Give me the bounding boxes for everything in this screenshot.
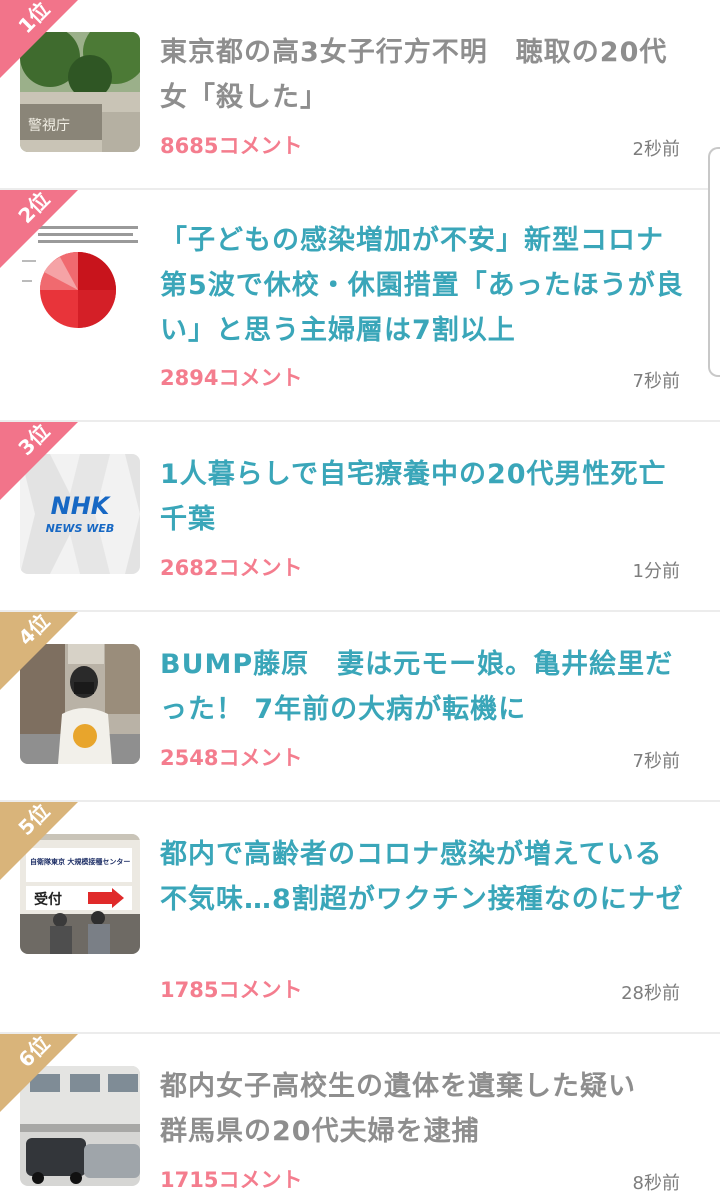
article-title[interactable]: 都内で高齢者のコロナ感染が増えている不気味…8割超がワクチン接種なのにナゼ [160, 832, 690, 922]
ranking-list: 警視庁 1位 東京都の高3女子行方不明 聴取の20代女「殺した」 8685コメン… [0, 0, 720, 1204]
rank-ribbon: 1位 [0, 0, 78, 78]
comment-count: 2548コメント [160, 746, 303, 770]
comment-count: 8685コメント [160, 134, 303, 158]
article-title[interactable]: 1人暮らしで自宅療養中の20代男性死亡 千葉 [160, 452, 694, 542]
ranking-item[interactable]: 2位 「子どもの感染増加が不安」新型コロナ第5波で休校・休園措置「あったほうが良… [0, 190, 720, 422]
article-title[interactable]: 東京都の高3女子行方不明 聴取の20代女「殺した」 [160, 30, 690, 120]
comment-count: 1785コメント [160, 978, 303, 1002]
article-title[interactable]: 都内女子高校生の遺体を遺棄した疑い 群馬県の20代夫婦を逮捕 [160, 1064, 690, 1154]
comment-count: 2894コメント [160, 366, 303, 390]
nhk-logo-subtext: NEWS WEB [46, 522, 115, 535]
article-title[interactable]: 「子どもの感染増加が不安」新型コロナ第5波で休校・休園措置「あったほうが良い」と… [160, 218, 690, 353]
rank-ribbon: 5位 [0, 802, 78, 880]
rank-ribbon: 3位 [0, 422, 78, 500]
ranking-item[interactable]: NHK NEWS WEB 3位 1人暮らしで自宅療養中の20代男性死亡 千葉 2… [0, 422, 720, 612]
timestamp: 8秒前 [632, 1173, 680, 1194]
timestamp: 2秒前 [632, 139, 680, 160]
comment-count: 2682コメント [160, 556, 303, 580]
rank-ribbon: 2位 [0, 190, 78, 268]
scrollbar[interactable] [708, 147, 720, 377]
thumbnail-text: 警視庁 [28, 118, 70, 134]
article-title[interactable]: BUMP藤原 妻は元モー娘。亀井絵里だった！ 7年前の大病が転機に [160, 642, 690, 732]
timestamp: 7秒前 [632, 371, 680, 392]
timestamp: 7秒前 [632, 751, 680, 772]
timestamp: 28秒前 [621, 983, 680, 1004]
rank-ribbon: 4位 [0, 612, 78, 690]
ranking-item[interactable]: 警視庁 1位 東京都の高3女子行方不明 聴取の20代女「殺した」 8685コメン… [0, 0, 720, 190]
thumbnail-reception-text: 受付 [34, 891, 62, 908]
ranking-item[interactable]: 4位 BUMP藤原 妻は元モー娘。亀井絵里だった！ 7年前の大病が転機に 254… [0, 612, 720, 802]
ranking-item[interactable]: 自衛隊東京 大規模接種センター 受付 5位 都内で高齢者のコロナ感染が増えている… [0, 802, 720, 1034]
rank-ribbon: 6位 [0, 1034, 78, 1112]
timestamp: 1分前 [632, 561, 680, 582]
comment-count: 1715コメント [160, 1168, 303, 1192]
ranking-item[interactable]: 6位 都内女子高校生の遺体を遺棄した疑い 群馬県の20代夫婦を逮捕 1715コメ… [0, 1034, 720, 1204]
